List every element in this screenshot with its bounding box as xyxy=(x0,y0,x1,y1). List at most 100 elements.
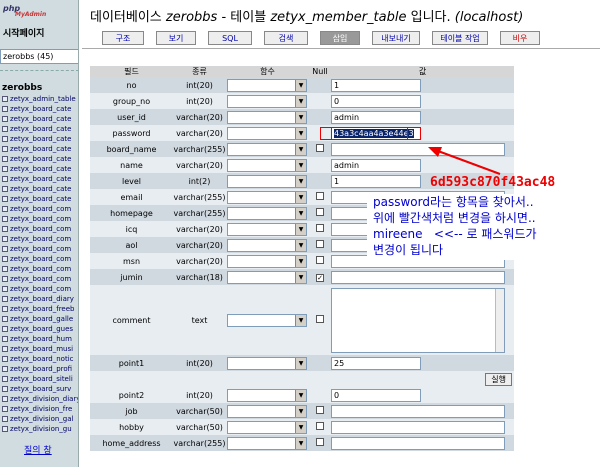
table-list-item[interactable]: zetyx_admin_table xyxy=(2,94,78,104)
chevron-down-icon[interactable]: ▼ xyxy=(295,175,306,187)
chevron-down-icon[interactable]: ▼ xyxy=(295,223,306,235)
table-name[interactable]: zetyx_board_com xyxy=(10,274,71,284)
chevron-down-icon[interactable]: ▼ xyxy=(295,207,306,219)
table-icon[interactable] xyxy=(2,96,8,102)
function-select[interactable]: ▼ xyxy=(227,174,307,188)
null-checkbox[interactable]: ✓ xyxy=(316,273,324,282)
table-name[interactable]: zetyx_board_notic xyxy=(10,354,73,364)
table-icon[interactable] xyxy=(2,156,8,162)
table-name[interactable]: zetyx_board_cate xyxy=(10,114,71,124)
chevron-down-icon[interactable]: ▼ xyxy=(295,111,306,123)
table-name[interactable]: zetyx_board_com xyxy=(10,244,71,254)
function-select[interactable]: ▼ xyxy=(227,420,307,434)
table-list-item[interactable]: zetyx_board_surv xyxy=(2,384,78,394)
chevron-down-icon[interactable]: ▼ xyxy=(295,314,306,326)
tab-3[interactable]: SQL xyxy=(208,31,252,45)
table-list-item[interactable]: zetyx_board_com xyxy=(2,284,78,294)
table-list-item[interactable]: zetyx_board_com xyxy=(2,214,78,224)
database-select[interactable]: zerobbs (45) xyxy=(0,49,78,64)
table-name[interactable]: zetyx_board_cate xyxy=(10,144,71,154)
value-input[interactable] xyxy=(331,404,505,418)
table-icon[interactable] xyxy=(2,276,8,282)
function-select[interactable]: ▼ xyxy=(227,313,307,327)
function-select[interactable]: ▼ xyxy=(227,270,307,284)
table-list-item[interactable]: zetyx_board_cate xyxy=(2,194,78,204)
table-name[interactable]: zetyx_admin_table xyxy=(10,94,76,104)
value-input[interactable]: 1 xyxy=(331,78,421,92)
table-list-item[interactable]: zetyx_board_freeb xyxy=(2,304,78,314)
tab-2[interactable]: 보기 xyxy=(156,31,196,45)
table-list-item[interactable]: zetyx_board_galle xyxy=(2,314,78,324)
table-name[interactable]: zetyx_board_musi xyxy=(10,344,73,354)
function-select[interactable]: ▼ xyxy=(227,388,307,402)
table-list-item[interactable]: zetyx_board_cate xyxy=(2,134,78,144)
table-name[interactable]: zetyx_division_diary xyxy=(10,394,78,404)
function-select[interactable]: ▼ xyxy=(227,238,307,252)
function-select[interactable]: ▼ xyxy=(227,404,307,418)
table-list-item[interactable]: zetyx_board_cate xyxy=(2,184,78,194)
tab-8[interactable]: 비우 xyxy=(500,31,540,45)
table-list-item[interactable]: zetyx_board_com xyxy=(2,254,78,264)
null-checkbox[interactable] xyxy=(316,406,324,414)
table-list-item[interactable]: zetyx_board_gues xyxy=(2,324,78,334)
table-list-item[interactable]: zetyx_board_cate xyxy=(2,104,78,114)
chevron-down-icon[interactable]: ▼ xyxy=(295,191,306,203)
value-input[interactable]: 1 xyxy=(331,174,421,188)
table-icon[interactable] xyxy=(2,296,8,302)
table-list-item[interactable]: zetyx_division_diary xyxy=(2,394,78,404)
table-list-item[interactable]: zetyx_board_com xyxy=(2,244,78,254)
table-icon[interactable] xyxy=(2,116,8,122)
chevron-down-icon[interactable]: ▼ xyxy=(295,389,306,401)
table-list-item[interactable]: zetyx_board_com xyxy=(2,234,78,244)
table-name[interactable]: zetyx_division_gu xyxy=(10,424,72,434)
table-icon[interactable] xyxy=(2,386,8,392)
table-name[interactable]: zetyx_board_profi xyxy=(10,364,72,374)
chevron-down-icon[interactable]: ▼ xyxy=(295,143,306,155)
table-name[interactable]: zetyx_board_com xyxy=(10,214,71,224)
null-checkbox[interactable] xyxy=(316,144,324,152)
table-list-item[interactable]: zetyx_board_siteli xyxy=(2,374,78,384)
table-icon[interactable] xyxy=(2,286,8,292)
title-table[interactable]: zetyx_member_table xyxy=(270,10,406,25)
table-list-item[interactable]: zetyx_board_profi xyxy=(2,364,78,374)
title-db[interactable]: zerobbs xyxy=(166,10,217,25)
table-name[interactable]: zetyx_board_cate xyxy=(10,124,71,134)
value-input[interactable] xyxy=(331,420,505,434)
chevron-down-icon[interactable]: ▼ xyxy=(295,405,306,417)
chevron-down-icon[interactable]: ▼ xyxy=(295,437,306,449)
value-input[interactable] xyxy=(331,142,505,156)
table-name[interactable]: zetyx_board_siteli xyxy=(10,374,73,384)
table-name[interactable]: zetyx_board_cate xyxy=(10,174,71,184)
function-select[interactable]: ▼ xyxy=(227,356,307,370)
table-list-item[interactable]: zetyx_board_cate xyxy=(2,124,78,134)
table-list-item[interactable]: zetyx_board_cate xyxy=(2,174,78,184)
table-name[interactable]: zetyx_board_com xyxy=(10,224,71,234)
table-icon[interactable] xyxy=(2,196,8,202)
table-name[interactable]: zetyx_board_hum xyxy=(10,334,72,344)
table-list-item[interactable]: zetyx_division_gal xyxy=(2,414,78,424)
table-icon[interactable] xyxy=(2,256,8,262)
phpmyadmin-logo[interactable]: php MyAdmin xyxy=(3,4,46,24)
value-input[interactable]: admin xyxy=(331,110,421,124)
table-icon[interactable] xyxy=(2,406,8,412)
table-name[interactable]: zetyx_board_freeb xyxy=(10,304,74,314)
function-select[interactable]: ▼ xyxy=(227,126,307,140)
table-list-item[interactable]: zetyx_board_com xyxy=(2,274,78,284)
tab-5[interactable]: 삽입 xyxy=(320,31,360,45)
table-icon[interactable] xyxy=(2,376,8,382)
chevron-down-icon[interactable]: ▼ xyxy=(295,255,306,267)
table-icon[interactable] xyxy=(2,136,8,142)
function-select[interactable]: ▼ xyxy=(227,222,307,236)
value-input[interactable]: admin xyxy=(331,158,421,172)
table-icon[interactable] xyxy=(2,126,8,132)
query-window-link[interactable]: 질의 창 xyxy=(24,443,52,456)
table-list-item[interactable]: zetyx_board_notic xyxy=(2,354,78,364)
chevron-down-icon[interactable]: ▼ xyxy=(295,239,306,251)
table-list-item[interactable]: zetyx_board_hum xyxy=(2,334,78,344)
table-name[interactable]: zetyx_board_cate xyxy=(10,194,71,204)
home-link[interactable]: 시작페이지 xyxy=(3,26,44,39)
null-checkbox[interactable] xyxy=(316,438,324,446)
tab-7[interactable]: 테이블 작업 xyxy=(432,31,488,45)
table-icon[interactable] xyxy=(2,236,8,242)
function-select[interactable]: ▼ xyxy=(227,190,307,204)
